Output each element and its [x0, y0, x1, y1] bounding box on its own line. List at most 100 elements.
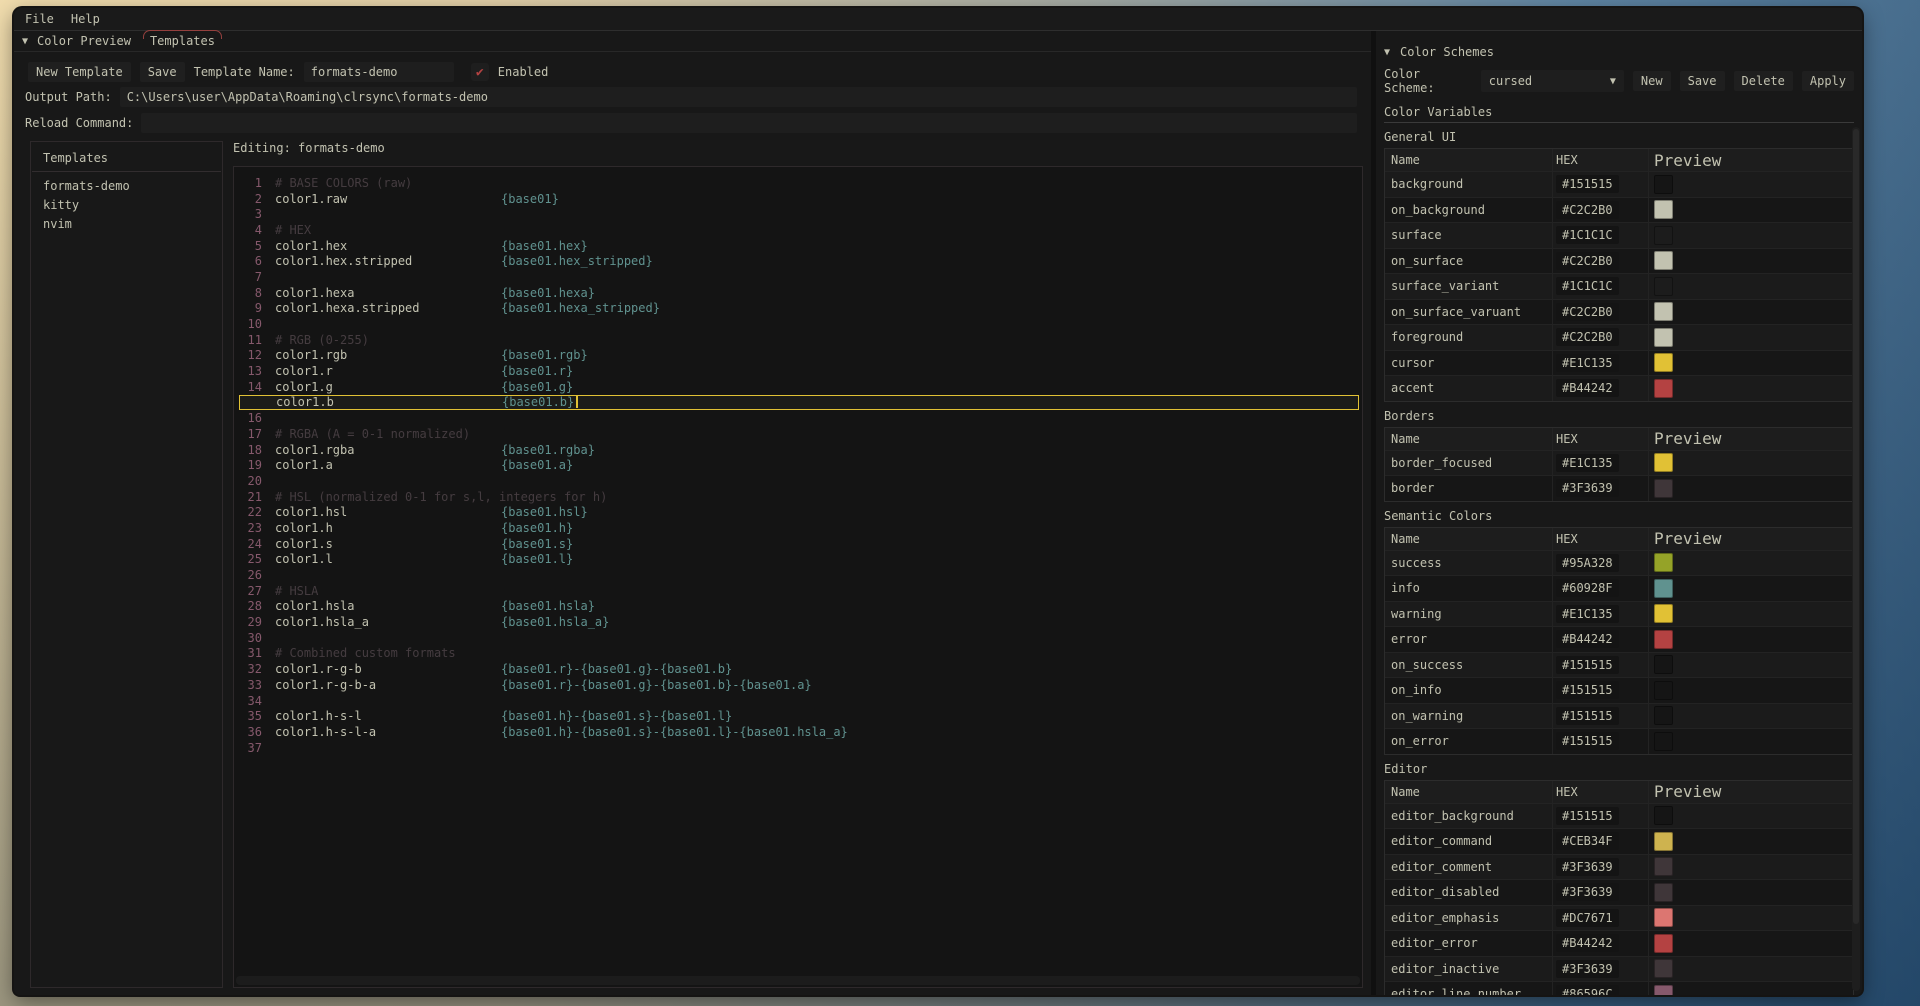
editor-line-3[interactable]: 3 [234, 206, 1362, 222]
hex-input-editor-background[interactable]: #151515 [1556, 807, 1619, 825]
editor-line-6[interactable]: 6color1.hex.stripped{base01.hex_stripped… [234, 253, 1362, 269]
color-swatch-editor-comment[interactable] [1654, 857, 1673, 876]
editor-line-32[interactable]: 32color1.r-g-b{base01.r}-{base01.g}-{bas… [234, 661, 1362, 677]
hex-input-editor-line-number[interactable]: #86596C [1556, 985, 1619, 995]
editor-line-23[interactable]: 23color1.h{base01.h} [234, 520, 1362, 536]
editor-line-27[interactable]: 27# HSLA [234, 583, 1362, 599]
hex-input-surface-variant[interactable]: #1C1C1C [1556, 277, 1619, 295]
color-swatch-accent[interactable] [1654, 379, 1673, 398]
save-scheme-button[interactable]: Save [1680, 71, 1725, 91]
color-swatch-editor-line-number[interactable] [1654, 985, 1673, 995]
new-scheme-button[interactable]: New [1633, 71, 1671, 91]
color-swatch-foreground[interactable] [1654, 328, 1673, 347]
editor-line-5[interactable]: 5color1.hex{base01.hex} [234, 238, 1362, 254]
hex-input-surface[interactable]: #1C1C1C [1556, 226, 1619, 244]
scrollbar-thumb[interactable] [1853, 129, 1859, 924]
editor-line-2[interactable]: 2color1.raw{base01} [234, 191, 1362, 207]
editor-line-18[interactable]: 18color1.rgba{base01.rgba} [234, 442, 1362, 458]
editor-line-10[interactable]: 10 [234, 316, 1362, 332]
color-swatch-editor-disabled[interactable] [1654, 883, 1673, 902]
color-scheme-combo[interactable]: cursed ▼ [1481, 70, 1624, 92]
hex-input-on-warning[interactable]: #151515 [1556, 707, 1619, 725]
collapse-arrow-icon[interactable]: ▼ [22, 36, 28, 47]
hex-input-background[interactable]: #151515 [1556, 175, 1619, 193]
editor-line-24[interactable]: 24color1.s{base01.s} [234, 536, 1362, 552]
color-swatch-warning[interactable] [1654, 604, 1673, 623]
editor-line-26[interactable]: 26 [234, 567, 1362, 583]
template-editor[interactable]: 1# BASE COLORS (raw)2color1.raw{base01}3… [233, 166, 1363, 988]
hex-input-border-focused[interactable]: #E1C135 [1556, 454, 1619, 472]
hex-input-foreground[interactable]: #C2C2B0 [1556, 328, 1619, 346]
template-list-item-formats-demo[interactable]: formats-demo [31, 177, 222, 196]
editor-line-12[interactable]: 12color1.rgb{base01.rgb} [234, 348, 1362, 364]
color-swatch-on-surface-varuant[interactable] [1654, 302, 1673, 321]
color-swatch-error[interactable] [1654, 630, 1673, 649]
hex-input-warning[interactable]: #E1C135 [1556, 605, 1619, 623]
color-swatch-cursor[interactable] [1654, 353, 1673, 372]
output-path-input[interactable]: C:\Users\user\AppData\Roaming\clrsync\fo… [120, 87, 1357, 107]
editor-line-19[interactable]: 19color1.a{base01.a} [234, 457, 1362, 473]
editor-line-37[interactable]: 37 [234, 740, 1362, 756]
color-swatch-border-focused[interactable] [1654, 453, 1673, 472]
window-title-color-preview[interactable]: Color Preview [37, 34, 131, 48]
editor-line-8[interactable]: 8color1.hexa{base01.hexa} [234, 285, 1362, 301]
editor-line-36[interactable]: 36color1.h-s-l-a{base01.h}-{base01.s}-{b… [234, 724, 1362, 740]
color-swatch-on-background[interactable] [1654, 200, 1673, 219]
hex-input-on-surface-varuant[interactable]: #C2C2B0 [1556, 303, 1619, 321]
color-swatch-on-error[interactable] [1654, 732, 1673, 751]
color-swatch-on-surface[interactable] [1654, 251, 1673, 270]
hex-input-on-info[interactable]: #151515 [1556, 681, 1619, 699]
color-swatch-background[interactable] [1654, 175, 1673, 194]
color-swatch-on-success[interactable] [1654, 655, 1673, 674]
editor-line-9[interactable]: 9color1.hexa.stripped{base01.hexa_stripp… [234, 301, 1362, 317]
hex-input-border[interactable]: #3F3639 [1556, 479, 1619, 497]
editor-line-22[interactable]: 22color1.hsl{base01.hsl} [234, 504, 1362, 520]
editor-line-34[interactable]: 34 [234, 693, 1362, 709]
editor-line-14[interactable]: 14color1.g{base01.g} [234, 379, 1362, 395]
editor-line-11[interactable]: 11# RGB (0-255) [234, 332, 1362, 348]
editor-line-31[interactable]: 31# Combined custom formats [234, 646, 1362, 662]
tab-templates[interactable]: Templates [143, 32, 222, 51]
editor-line-13[interactable]: 13color1.r{base01.r} [234, 363, 1362, 379]
editor-line-20[interactable]: 20 [234, 473, 1362, 489]
editor-line-21[interactable]: 21# HSL (normalized 0-1 for s,l, integer… [234, 489, 1362, 505]
hex-input-on-error[interactable]: #151515 [1556, 732, 1619, 750]
hex-input-editor-error[interactable]: #B44242 [1556, 934, 1619, 952]
color-swatch-editor-background[interactable] [1654, 806, 1673, 825]
color-swatch-surface[interactable] [1654, 226, 1673, 245]
hex-input-cursor[interactable]: #E1C135 [1556, 354, 1619, 372]
hex-input-editor-inactive[interactable]: #3F3639 [1556, 960, 1619, 978]
hex-input-on-surface[interactable]: #C2C2B0 [1556, 252, 1619, 270]
collapse-arrow-icon[interactable]: ▼ [1384, 47, 1390, 58]
hex-input-success[interactable]: #95A328 [1556, 554, 1619, 572]
color-swatch-editor-emphasis[interactable] [1654, 908, 1673, 927]
save-template-button[interactable]: Save [140, 62, 185, 82]
template-list-item-nvim[interactable]: nvim [31, 215, 222, 234]
hex-input-info[interactable]: #60928F [1556, 579, 1619, 597]
new-template-button[interactable]: New Template [28, 62, 131, 82]
hex-input-error[interactable]: #B44242 [1556, 630, 1619, 648]
hex-input-editor-comment[interactable]: #3F3639 [1556, 858, 1619, 876]
editor-line-33[interactable]: 33color1.r-g-b-a{base01.r}-{base01.g}-{b… [234, 677, 1362, 693]
reload-command-input[interactable] [141, 113, 1357, 133]
editor-line-1[interactable]: 1# BASE COLORS (raw) [234, 175, 1362, 191]
color-swatch-surface-variant[interactable] [1654, 277, 1673, 296]
hex-input-editor-disabled[interactable]: #3F3639 [1556, 883, 1619, 901]
hex-input-on-success[interactable]: #151515 [1556, 656, 1619, 674]
template-list-item-kitty[interactable]: kitty [31, 196, 222, 215]
hex-input-accent[interactable]: #B44242 [1556, 379, 1619, 397]
color-swatch-editor-inactive[interactable] [1654, 959, 1673, 978]
editor-line-7[interactable]: 7 [234, 269, 1362, 285]
hex-input-on-background[interactable]: #C2C2B0 [1556, 201, 1619, 219]
hex-input-editor-emphasis[interactable]: #DC7671 [1556, 909, 1619, 927]
color-swatch-on-info[interactable] [1654, 681, 1673, 700]
editor-line-35[interactable]: 35color1.h-s-l{base01.h}-{base01.s}-{bas… [234, 708, 1362, 724]
apply-scheme-button[interactable]: Apply [1802, 71, 1854, 91]
editor-line-4[interactable]: 4# HEX [234, 222, 1362, 238]
template-name-input[interactable]: formats-demo [304, 62, 454, 82]
editor-line-29[interactable]: 29color1.hsla_a{base01.hsla_a} [234, 614, 1362, 630]
hex-input-editor-command[interactable]: #CEB34F [1556, 832, 1619, 850]
editor-line-16[interactable]: 16 [234, 410, 1362, 426]
color-swatch-editor-command[interactable] [1654, 832, 1673, 851]
editor-horizontal-scrollbar[interactable] [236, 976, 1360, 985]
